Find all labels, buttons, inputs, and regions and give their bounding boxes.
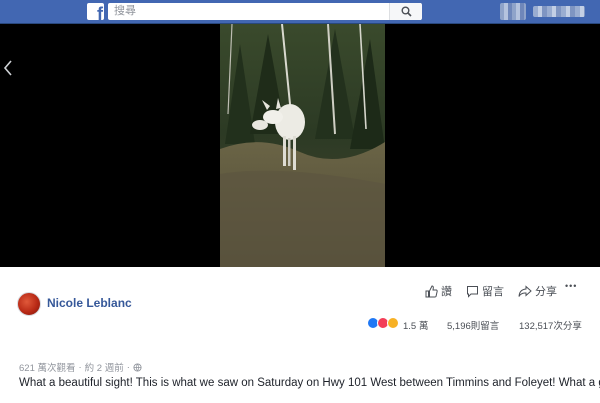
meta-separator: · [78, 361, 82, 373]
view-count: 621 萬次觀看 [19, 363, 76, 374]
post-meta: 621 萬次觀看 · 約 2 週前 · [19, 360, 142, 374]
video-theater [0, 24, 600, 267]
top-bar: f 搜尋 [0, 0, 600, 24]
like-label: 讚 [441, 286, 452, 298]
share-icon [518, 284, 532, 297]
globe-icon [133, 362, 142, 372]
comments-count[interactable]: 5,196則留言 [447, 318, 499, 332]
post-caption: What a beautiful sight! This is what we … [19, 377, 600, 389]
comment-icon [467, 285, 478, 298]
facebook-logo[interactable]: f [87, 3, 104, 20]
search-icon [401, 6, 412, 17]
search-input[interactable]: 搜尋 [108, 3, 421, 20]
more-options-icon: ••• [565, 281, 578, 291]
thumbs-up-icon [425, 284, 438, 297]
video-frame-image [220, 24, 385, 267]
comment-button[interactable]: 留言 [466, 283, 504, 299]
comment-label: 留言 [482, 286, 504, 298]
search-button[interactable] [389, 3, 422, 20]
like-button[interactable]: 讚 [425, 283, 452, 299]
video-player[interactable] [220, 24, 385, 267]
shares-count[interactable]: 132,517次分享 [519, 318, 582, 332]
blurred-username[interactable] [533, 6, 585, 17]
search-placeholder: 搜尋 [114, 5, 136, 17]
share-button[interactable]: 分享 [518, 283, 557, 299]
wow-reaction-icon[interactable] [387, 317, 399, 329]
facebook-logo-letter: f [97, 4, 103, 20]
author-avatar[interactable] [17, 292, 41, 316]
previous-arrow-icon[interactable] [3, 58, 13, 80]
post-time[interactable]: 約 2 週前 [85, 360, 124, 374]
more-options-button[interactable]: ••• [565, 281, 577, 291]
reactions-count[interactable]: 1.5 萬 [403, 318, 428, 332]
blurred-profile[interactable] [500, 3, 526, 20]
author-name[interactable]: Nicole Leblanc [47, 296, 132, 310]
meta-separator-2: · [126, 361, 130, 373]
share-label: 分享 [535, 286, 557, 298]
